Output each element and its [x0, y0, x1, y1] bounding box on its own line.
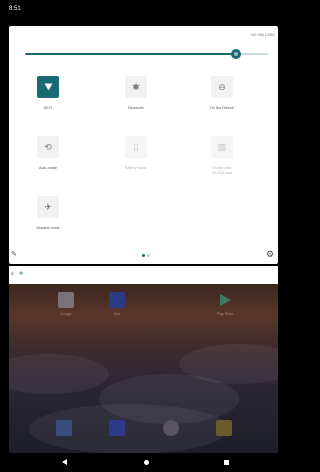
status-bar: 8:51	[0, 0, 277, 20]
brightness-fill	[25, 53, 237, 55]
tile-wifi[interactable]: Wi-Fi	[16, 76, 80, 122]
page-dot	[142, 254, 145, 257]
google-folder-icon	[58, 292, 74, 308]
edit-icon[interactable]: ✎	[11, 251, 19, 259]
home-screen: Google Duo Play Store	[9, 284, 278, 453]
status-time: 8:51	[9, 6, 21, 12]
app-label: Google	[60, 312, 72, 316]
tile-label: Mobile data No SIM card	[190, 166, 254, 176]
app-label: Play Store	[216, 312, 234, 316]
app-label: Duo	[113, 312, 121, 316]
tile-mobile-data[interactable]: ▨ Mobile data No SIM card	[190, 136, 254, 182]
tile-label: Bluetooth	[128, 106, 144, 110]
notification-strip[interactable]: ≡ ✲	[9, 266, 278, 284]
gear-icon[interactable]: ⚙	[266, 250, 275, 259]
tile-label: Wi-Fi	[43, 106, 53, 110]
duo-icon	[109, 292, 125, 308]
tile-bluetooth[interactable]: ✱ Bluetooth	[104, 76, 168, 122]
mobile-data-icon: ▨	[211, 136, 233, 158]
wallpaper-cloud	[9, 354, 109, 394]
quick-settings-panel: NO SIM CARD Wi-Fi ✱ Bluetooth ⊖ Do Not D…	[9, 26, 278, 264]
recents-button[interactable]	[224, 460, 229, 465]
tile-airplane-mode[interactable]: ✈ Airplane mode	[16, 196, 80, 242]
bluetooth-icon: ✱	[125, 76, 147, 98]
tile-label: Auto-rotate	[39, 166, 57, 170]
auto-rotate-icon: ⟲	[37, 136, 59, 158]
app-google-folder[interactable]: Google	[41, 292, 91, 316]
home-button[interactable]	[144, 460, 149, 465]
page-indicator	[142, 254, 150, 257]
battery-saver-icon: ▯	[125, 136, 147, 158]
play-store-icon	[217, 292, 233, 308]
tile-label: Airplane mode	[36, 226, 60, 230]
tile-do-not-disturb[interactable]: ⊖ Do Not Disturb	[190, 76, 254, 122]
tile-battery-saver[interactable]: ▯ Battery Saver	[104, 136, 168, 182]
tile-label-line2: No SIM card	[212, 171, 232, 175]
brightness-slider[interactable]	[25, 49, 268, 59]
messages-icon[interactable]	[109, 420, 125, 436]
camera-icon[interactable]	[216, 420, 232, 436]
brightness-thumb[interactable]	[231, 49, 242, 59]
sim-status: NO SIM CARD	[251, 33, 275, 37]
notification-icon: ≡	[11, 271, 14, 277]
app-duo[interactable]: Duo	[92, 292, 142, 316]
do-not-disturb-icon: ⊖	[211, 76, 233, 98]
page-dot	[147, 254, 150, 257]
app-play-store[interactable]: Play Store	[200, 292, 250, 316]
tile-auto-rotate[interactable]: ⟲ Auto-rotate	[16, 136, 80, 182]
phone-icon[interactable]	[56, 420, 72, 436]
quick-settings-footer: ✎ ⚙	[9, 244, 278, 264]
back-button[interactable]	[62, 459, 67, 465]
wifi-icon	[37, 76, 59, 98]
settings-notification-icon: ✲	[19, 271, 24, 277]
tile-label: Battery Saver	[125, 166, 147, 170]
tile-label: Do Not Disturb	[210, 106, 234, 110]
airplane-icon: ✈	[37, 196, 59, 218]
navigation-bar	[0, 453, 277, 472]
chrome-icon[interactable]	[163, 420, 179, 436]
